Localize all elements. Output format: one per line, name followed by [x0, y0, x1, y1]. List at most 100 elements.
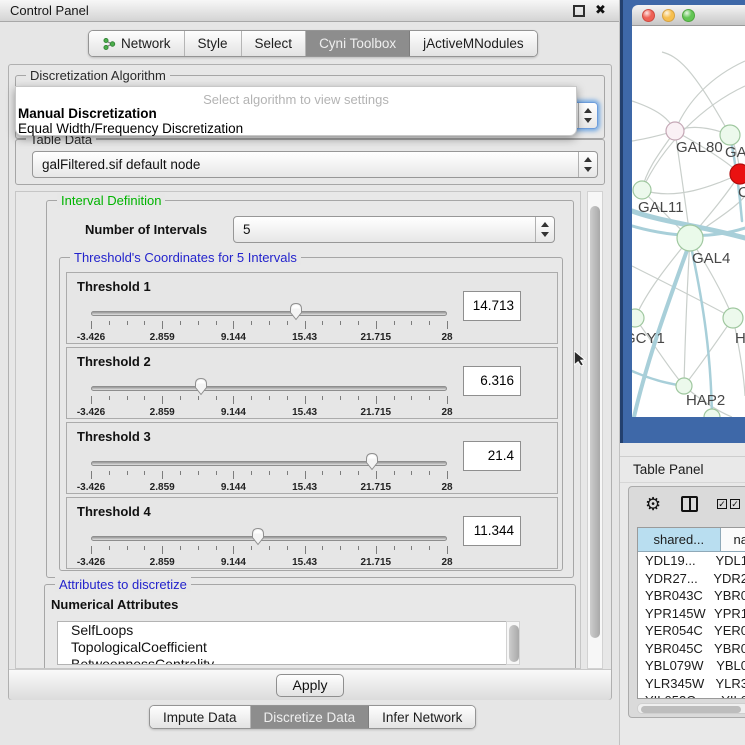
tab-infer-network[interactable]: Infer Network: [369, 706, 475, 728]
close-icon[interactable]: ✖: [595, 5, 607, 17]
cell-name[interactable]: YBL0: [712, 657, 745, 675]
table-panel-body: ⚙ ✓ ✓ shared... na YDL19...YDL1YDR27...Y…: [628, 486, 745, 718]
table-row[interactable]: YDL19...YDL1: [638, 552, 745, 570]
number-of-intervals-combobox[interactable]: 5: [233, 216, 555, 243]
attribute-list-item[interactable]: BetweennessCentrality: [58, 656, 518, 665]
threshold-slider[interactable]: -3.4262.8599.14415.4321.71528: [91, 299, 447, 341]
network-node-h[interactable]: [723, 308, 743, 328]
table-row[interactable]: YIL052CYIL0: [638, 692, 745, 699]
table-row[interactable]: YDR27...YDR2: [638, 570, 745, 588]
cell-shared-name[interactable]: YBR043C: [638, 587, 710, 605]
network-node-gcy1[interactable]: [632, 309, 644, 327]
scrollbar-thumb[interactable]: [641, 706, 741, 713]
checkbox-icon[interactable]: ✓: [730, 499, 740, 509]
scrollbar-thumb[interactable]: [590, 206, 600, 638]
close-traffic-light-icon[interactable]: [642, 9, 655, 22]
slider-thumb[interactable]: [250, 527, 266, 546]
slider-thumb[interactable]: [193, 377, 209, 396]
network-node-gal11[interactable]: [633, 181, 651, 199]
slider-track[interactable]: [91, 311, 447, 316]
cell-shared-name[interactable]: YBR045C: [638, 640, 710, 658]
table-row[interactable]: YBR043CYBR0: [638, 587, 745, 605]
network-edge[interactable]: [675, 61, 745, 131]
attributes-list-scrollbar[interactable]: [506, 621, 520, 665]
combo-arrows-icon[interactable]: [578, 103, 597, 128]
column-header-shared-name[interactable]: shared...: [638, 528, 721, 551]
tab-network[interactable]: Network: [89, 31, 185, 56]
cell-shared-name[interactable]: YIL052C: [638, 692, 717, 699]
tab-impute-data[interactable]: Impute Data: [150, 706, 251, 728]
cell-name[interactable]: YIL0: [717, 692, 745, 699]
network-node-c[interactable]: [730, 164, 745, 184]
threshold-slider[interactable]: -3.4262.8599.14415.4321.71528: [91, 374, 447, 416]
table-row[interactable]: YPR145WYPR1: [638, 605, 745, 623]
attribute-list-item[interactable]: TopologicalCoefficient: [58, 639, 518, 656]
network-node-ga[interactable]: [720, 125, 740, 145]
tick-mark: [322, 321, 323, 325]
apply-button[interactable]: Apply: [276, 674, 344, 697]
cell-shared-name[interactable]: YDL19...: [638, 552, 711, 570]
numerical-attributes-list: SelfLoopsTopologicalCoefficientBetweenne…: [57, 621, 519, 665]
slider-track[interactable]: [91, 386, 447, 391]
combo-arrows-icon[interactable]: [578, 152, 597, 177]
table-row[interactable]: YLR345WYLR3: [638, 675, 745, 693]
threshold-value-field[interactable]: 6.316: [463, 366, 521, 396]
scrollbar-thumb[interactable]: [509, 625, 519, 662]
tab-jactivemnodules[interactable]: jActiveMNodules: [410, 31, 537, 56]
slider-track[interactable]: [91, 461, 447, 466]
slider-tick-labels: -3.4262.8599.14415.4321.71528: [91, 407, 447, 419]
cell-name[interactable]: YER0: [710, 622, 745, 640]
tab-cyni-toolbox[interactable]: Cyni Toolbox: [306, 31, 410, 56]
network-edge[interactable]: [635, 238, 690, 318]
threshold-slider[interactable]: -3.4262.8599.14415.4321.71528: [91, 449, 447, 491]
table-row[interactable]: YBL079WYBL0: [638, 657, 745, 675]
network-node-gal80[interactable]: [666, 122, 684, 140]
tab-style[interactable]: Style: [185, 31, 242, 56]
attribute-list-item[interactable]: SelfLoops: [58, 622, 518, 639]
threshold-value-field[interactable]: 21.4: [463, 441, 521, 471]
table-data-combobox[interactable]: galFiltered.sif default node: [32, 151, 598, 178]
network-edge[interactable]: [642, 174, 740, 194]
zoom-traffic-light-icon[interactable]: [682, 9, 695, 22]
discretization-algorithm-label: Discretization Algorithm: [26, 68, 170, 83]
table-horizontal-scrollbar[interactable]: [637, 703, 745, 714]
threshold-slider[interactable]: -3.4262.8599.14415.4321.71528: [91, 524, 447, 566]
cell-name[interactable]: YBR0: [710, 587, 745, 605]
cell-name[interactable]: YDL1: [711, 552, 745, 570]
cell-name[interactable]: YDR2: [709, 570, 745, 588]
network-edge[interactable]: [632, 266, 733, 318]
cell-name[interactable]: YPR1: [710, 605, 745, 623]
table-row[interactable]: YER054CYER0: [638, 622, 745, 640]
cell-name[interactable]: YBR0: [710, 640, 745, 658]
cell-shared-name[interactable]: YER054C: [638, 622, 710, 640]
dropdown-option-equal-width[interactable]: Equal Width/Frequency Discretization: [18, 121, 572, 136]
cell-shared-name[interactable]: YDR27...: [638, 570, 709, 588]
minimize-traffic-light-icon[interactable]: [662, 9, 675, 22]
combo-arrows-icon[interactable]: [535, 217, 554, 242]
threshold-value-field[interactable]: 14.713: [463, 291, 521, 321]
network-canvas[interactable]: GAL80GACGAL11GAL4GCY1HHAP2: [632, 26, 745, 417]
tick-mark: [447, 396, 448, 404]
tab-discretize-data[interactable]: Discretize Data: [251, 706, 370, 728]
split-columns-icon[interactable]: [681, 496, 698, 512]
float-window-icon[interactable]: [573, 5, 585, 17]
slider-track[interactable]: [91, 536, 447, 541]
network-node-gal4[interactable]: [677, 225, 703, 251]
tick-mark: [162, 546, 163, 554]
table-row[interactable]: YBR045CYBR0: [638, 640, 745, 658]
threshold-title: Threshold 2: [77, 354, 151, 369]
cell-shared-name[interactable]: YLR345W: [638, 675, 711, 693]
cell-shared-name[interactable]: YBL079W: [638, 657, 712, 675]
settings-vertical-scrollbar[interactable]: [587, 191, 603, 669]
threshold-value-field[interactable]: 11.344: [463, 516, 521, 546]
dropdown-option-manual[interactable]: Manual Discretization: [18, 106, 572, 121]
cell-shared-name[interactable]: YPR145W: [638, 605, 710, 623]
cell-name[interactable]: YLR3: [711, 675, 745, 693]
checkbox-icon[interactable]: ✓: [717, 499, 727, 509]
gear-icon[interactable]: ⚙: [645, 496, 661, 514]
tick-mark: [358, 471, 359, 475]
slider-thumb[interactable]: [288, 302, 304, 321]
slider-thumb[interactable]: [364, 452, 380, 471]
tab-select[interactable]: Select: [242, 31, 307, 56]
column-header-name[interactable]: na: [721, 528, 745, 551]
